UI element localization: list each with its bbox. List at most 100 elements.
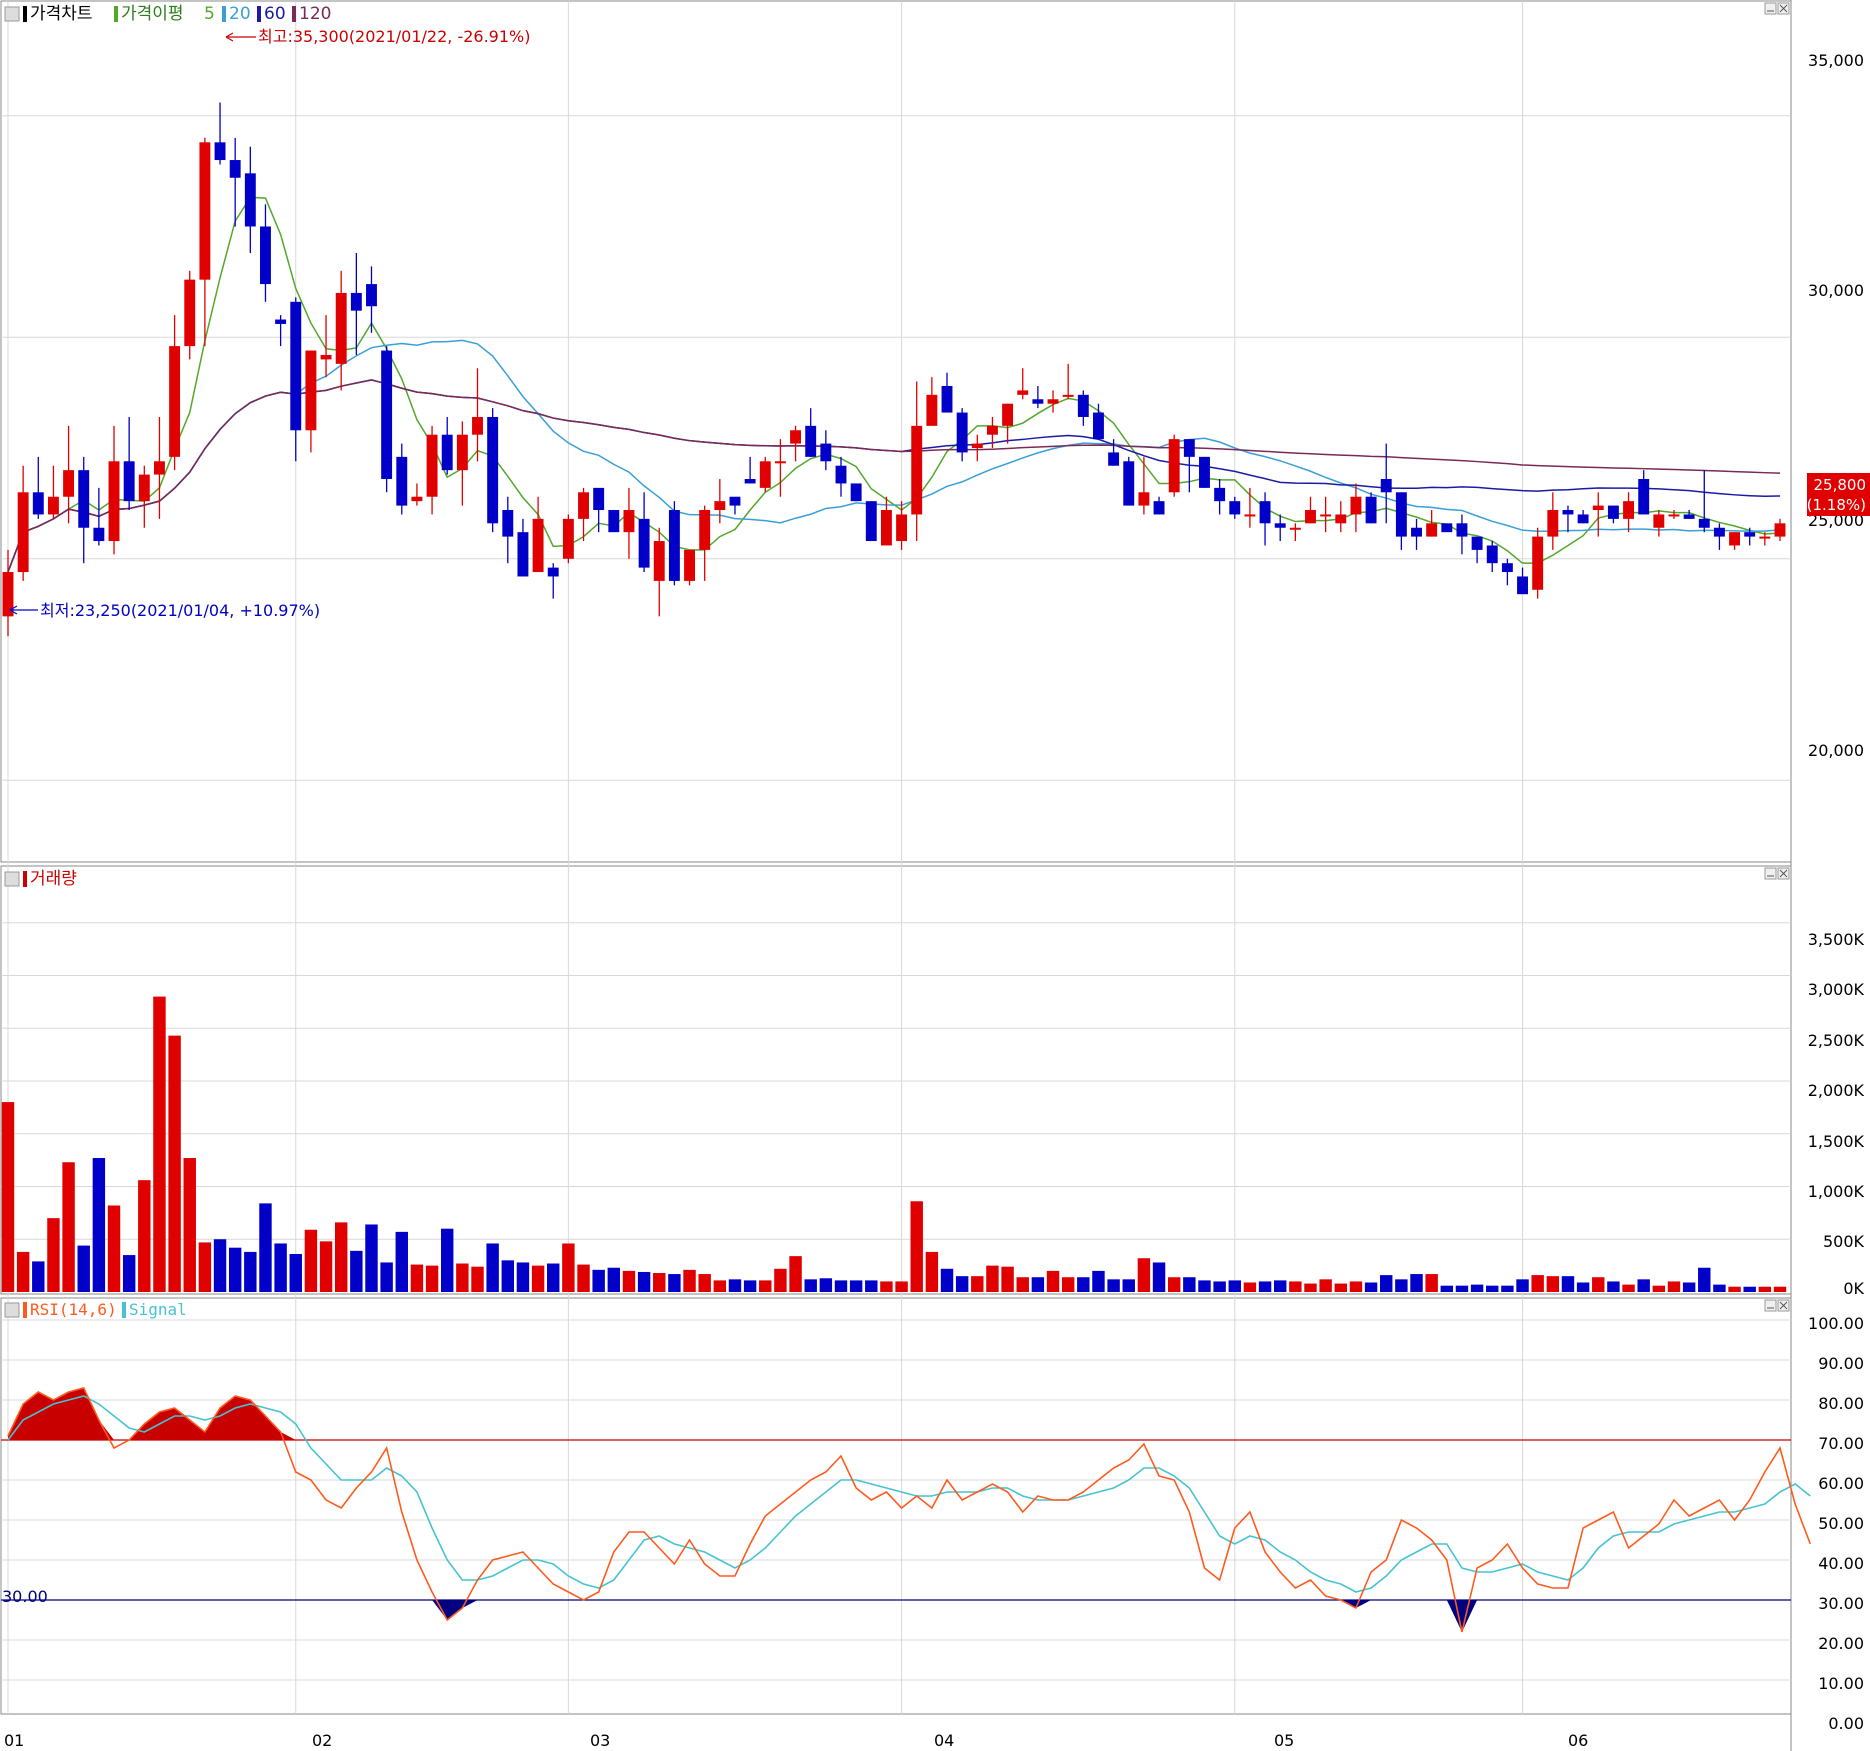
volume-bar — [728, 1279, 742, 1292]
candle-body — [1047, 399, 1059, 404]
volume-bar — [577, 1264, 590, 1292]
price-panel-close-icon[interactable] — [1777, 2, 1790, 15]
candle-body — [562, 518, 574, 559]
volume-bar — [501, 1260, 515, 1292]
rsi-panel-close-icon[interactable] — [1777, 1299, 1790, 1312]
candle-body — [1183, 439, 1195, 457]
candle-body — [411, 496, 423, 502]
volume-bar — [1516, 1279, 1529, 1292]
volume-bar — [425, 1265, 439, 1292]
volume-bar — [622, 1270, 636, 1292]
price-tick-label: 30,000 — [1808, 281, 1864, 300]
volume-bar — [1698, 1267, 1711, 1292]
candle-body — [835, 465, 847, 484]
volume-bar — [92, 1158, 106, 1292]
candle-body — [1350, 496, 1362, 515]
volume-bar — [1440, 1285, 1454, 1292]
candle-body — [456, 434, 468, 471]
volume-bar — [1319, 1279, 1332, 1292]
legend-rsi[interactable]: RSI(14,6) — [30, 1300, 117, 1319]
candle-body — [896, 514, 908, 542]
candle-body — [1320, 514, 1332, 517]
volume-panel-close-icon[interactable] — [1777, 867, 1790, 880]
volume-bar — [1546, 1276, 1560, 1292]
candle-body — [78, 470, 90, 528]
high-price-label: 최고:35,300(2021/01/22, -26.91%) — [258, 27, 530, 46]
volume-bar — [1258, 1281, 1272, 1292]
volume-bar — [1228, 1280, 1241, 1292]
rsi-tick-label: 60.00 — [1818, 1474, 1864, 1493]
rsi-tick-label: 20.00 — [1818, 1634, 1864, 1653]
candle-body — [229, 160, 241, 178]
volume-bar — [334, 1222, 348, 1292]
volume-bar — [213, 1239, 227, 1292]
candle-body — [1713, 527, 1725, 537]
legend-price-ma[interactable]: 가격이평 — [121, 4, 184, 24]
volume-bar — [1, 1102, 15, 1292]
volume-bar — [653, 1273, 666, 1292]
last-price-badge: 25,800 (1.18%) — [1807, 473, 1870, 516]
price-tick-label: 20,000 — [1808, 741, 1864, 760]
candle-body — [108, 461, 120, 542]
candle-body — [1456, 523, 1468, 537]
volume-bar — [547, 1263, 560, 1292]
candle-body — [1289, 527, 1301, 530]
candle-body — [1471, 536, 1483, 550]
volume-panel-minimize-icon[interactable] — [1764, 867, 1777, 880]
candle-body — [1380, 479, 1392, 493]
candle-body — [214, 142, 226, 161]
candle-body — [1168, 439, 1180, 493]
legend-signal[interactable]: Signal — [129, 1300, 187, 1319]
volume-bar — [32, 1261, 45, 1292]
price-panel-minimize-icon[interactable] — [1764, 2, 1777, 15]
legend-ma20[interactable]: 20 — [229, 4, 251, 24]
legend-price-chart[interactable]: 가격차트 — [30, 4, 93, 24]
volume-bar — [77, 1245, 90, 1292]
volume-bar — [1637, 1279, 1650, 1292]
volume-bar — [471, 1266, 484, 1292]
volume-bar — [365, 1224, 378, 1292]
candle-body — [653, 541, 665, 581]
volume-bar — [274, 1243, 287, 1292]
rsi-panel-minimize-icon[interactable] — [1764, 1299, 1777, 1312]
volume-bar — [1077, 1277, 1090, 1292]
legend-ma60[interactable]: 60 — [264, 4, 286, 24]
volume-bar — [1667, 1281, 1681, 1292]
volume-bar — [47, 1218, 60, 1292]
volume-bar — [1213, 1281, 1226, 1292]
volume-bar — [289, 1254, 302, 1292]
rsi-tick-label: 50.00 — [1818, 1514, 1864, 1533]
candle-body — [1062, 394, 1074, 397]
candle-body — [1486, 545, 1498, 564]
legend-ma5[interactable]: 5 — [204, 4, 215, 24]
rsi-tick-label: 100.00 — [1808, 1314, 1864, 1333]
candle-body — [759, 461, 771, 488]
volume-bar — [244, 1251, 257, 1292]
candle-body — [1774, 523, 1786, 537]
rsi-tick-label: 70.00 — [1818, 1434, 1864, 1453]
candle-body — [1138, 492, 1150, 506]
volume-bar — [183, 1158, 196, 1292]
volume-bar — [1470, 1284, 1484, 1292]
volume-bar — [1273, 1280, 1287, 1292]
volume-bar — [607, 1267, 621, 1292]
candle-body — [1335, 514, 1347, 524]
candle-body — [93, 527, 105, 542]
rsi-level-label: 30.00 — [2, 1587, 48, 1606]
volume-bar — [1455, 1285, 1469, 1292]
candle-body — [1395, 492, 1407, 537]
legend-ma120[interactable]: 120 — [299, 4, 331, 24]
candle-body — [1153, 501, 1165, 515]
candle-body — [744, 479, 756, 484]
volume-bar — [1152, 1262, 1166, 1292]
volume-bar — [138, 1180, 151, 1292]
volume-bar — [910, 1201, 923, 1292]
candle-body — [47, 496, 59, 515]
volume-bar — [1107, 1279, 1120, 1292]
volume-bar — [1395, 1279, 1408, 1292]
candle-body — [472, 416, 483, 435]
volume-bar — [62, 1162, 75, 1292]
candle-body — [941, 385, 953, 413]
legend-volume[interactable]: 거래량 — [30, 869, 77, 889]
volume-bar — [410, 1264, 424, 1292]
